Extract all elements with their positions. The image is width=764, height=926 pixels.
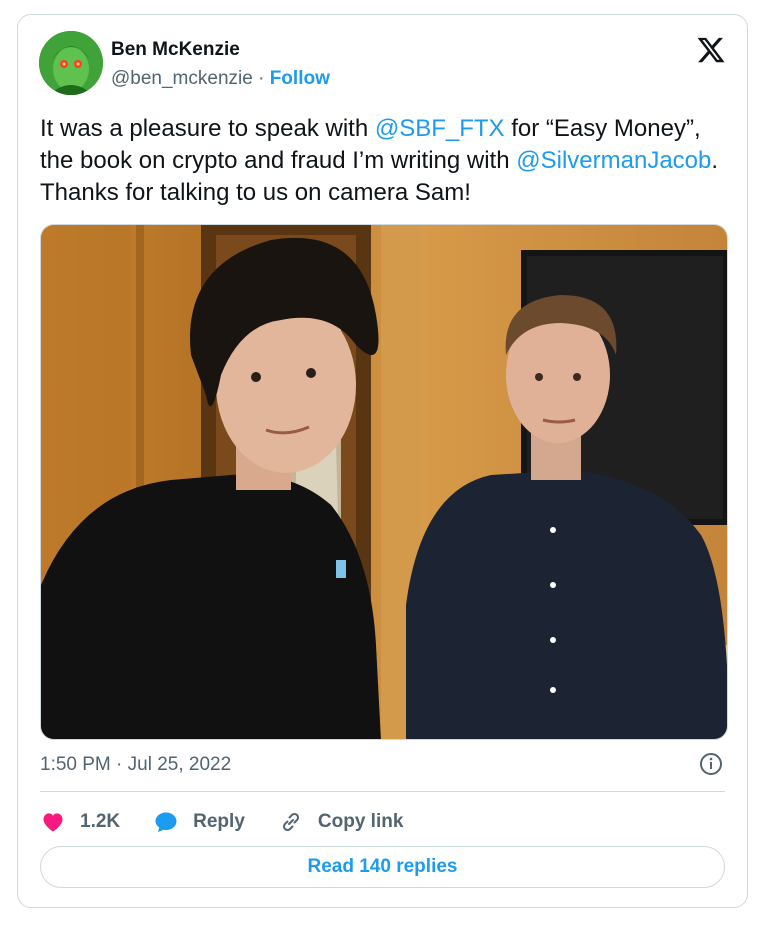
like-button[interactable]: 1.2K: [40, 810, 120, 834]
heart-icon: [43, 813, 63, 832]
photo-image: [41, 225, 727, 739]
author-handle-row: @ben_mckenzie · Follow: [111, 68, 330, 90]
follow-button[interactable]: Follow: [270, 68, 330, 89]
tweet-timestamp[interactable]: 1:50 PM · Jul 25, 2022: [40, 754, 231, 776]
mention-silvermanjacob[interactable]: @SilvermanJacob: [516, 147, 711, 174]
tweet-card: Ben McKenzie @ben_mckenzie · Follow It w…: [17, 14, 748, 908]
avatar[interactable]: [39, 31, 103, 95]
author-name[interactable]: Ben McKenzie: [111, 39, 240, 61]
copy-link-label: Copy link: [317, 811, 404, 832]
divider: [40, 791, 725, 792]
copy-link-button[interactable]: Copy link: [278, 810, 404, 834]
mention-sbf-ftx[interactable]: @SBF_FTX: [375, 115, 505, 142]
tweet-photo[interactable]: [40, 224, 728, 740]
info-icon[interactable]: [699, 752, 723, 776]
action-bar: 1.2K Reply Copy link: [40, 807, 436, 837]
tweet-text-part: It was a pleasure to speak with: [40, 115, 375, 142]
like-count: 1.2K: [80, 811, 121, 832]
link-icon: [282, 812, 299, 832]
author-handle[interactable]: @ben_mckenzie: [111, 68, 253, 89]
avatar-image: [39, 31, 103, 95]
read-replies-button[interactable]: Read 140 replies: [40, 846, 725, 888]
reply-label: Reply: [193, 811, 245, 832]
reply-button[interactable]: Reply: [153, 810, 245, 834]
tweet-text: It was a pleasure to speak with @SBF_FTX…: [40, 113, 740, 209]
reply-bubble-icon: [155, 812, 177, 832]
x-logo-icon[interactable]: [695, 35, 727, 65]
separator-dot: ·: [252, 68, 270, 89]
